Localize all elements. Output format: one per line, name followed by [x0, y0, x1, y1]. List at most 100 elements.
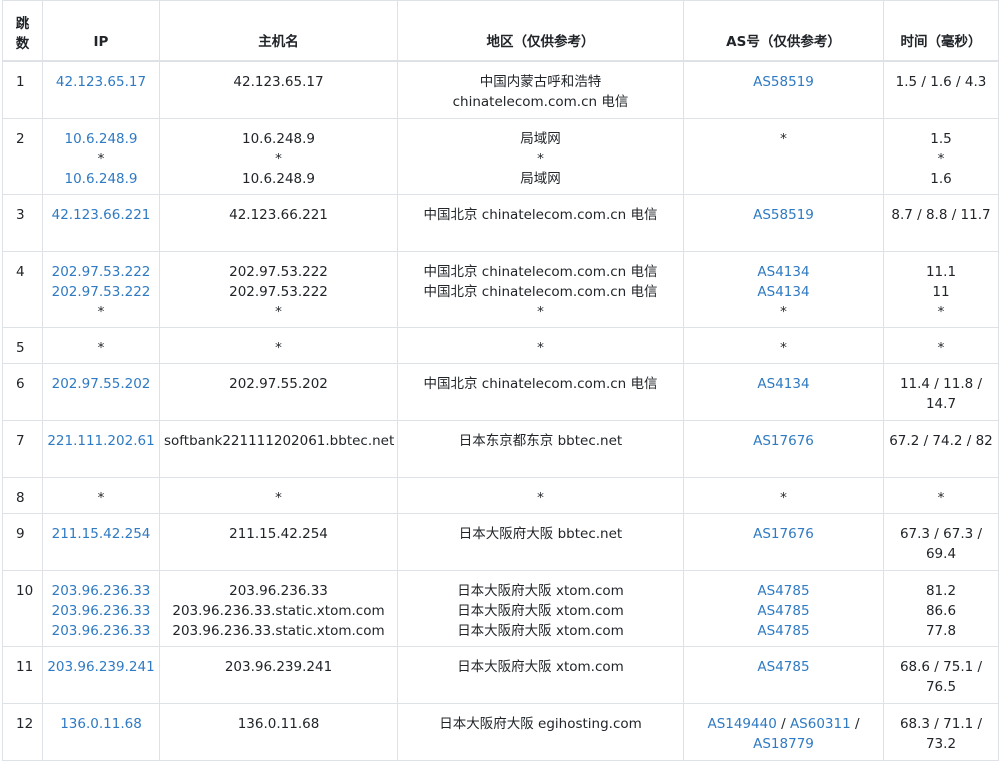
- region-line: 日本大阪府大阪 xtom.com: [457, 582, 624, 599]
- as-line: *: [688, 338, 879, 358]
- table-row: 12 136.0.11.68 136.0.11.68 日本大阪府大阪 egihosti…: [2, 702, 999, 761]
- hop-number: 10: [16, 582, 34, 599]
- as-link[interactable]: AS4134: [757, 376, 809, 392]
- time-cell: 68.6 / 75.1 / 76.5: [883, 645, 999, 704]
- as-link[interactable]: AS4134: [757, 284, 809, 300]
- ip-link[interactable]: 202.97.55.202: [52, 376, 151, 392]
- time-line: 1.5 / 1.6 / 4.3: [895, 74, 987, 90]
- time-cell: 81.2 86.6 77.8: [883, 569, 999, 647]
- as-separator: /: [850, 715, 860, 732]
- ip-link[interactable]: 10.6.248.9: [65, 131, 138, 147]
- hop-cell: 11: [2, 645, 43, 704]
- ip-cell: *: [42, 476, 160, 514]
- hop-cell: 4: [2, 250, 43, 328]
- as-link[interactable]: AS4785: [757, 623, 809, 639]
- ip-link[interactable]: 42.123.65.17: [56, 74, 146, 90]
- as-line: AS17676: [688, 524, 879, 544]
- as-line: *: [688, 302, 879, 322]
- ip-link[interactable]: 203.96.236.33: [52, 603, 151, 619]
- ip-link[interactable]: 203.96.236.33: [52, 623, 151, 639]
- ip-link[interactable]: 42.123.66.221: [52, 207, 151, 223]
- as-cell: AS4785: [683, 645, 884, 704]
- hostname-line: 42.123.66.221: [229, 206, 328, 223]
- as-cell: *: [683, 326, 884, 364]
- as-link[interactable]: AS149440: [707, 716, 776, 732]
- region-line: 局域网: [520, 170, 561, 187]
- as-line: AS4134: [688, 282, 879, 302]
- region-line: 中国北京 chinatelecom.com.cn 电信: [423, 375, 658, 392]
- hop-number: 1: [16, 74, 25, 90]
- region-cell: 日本大阪府大阪 xtom.com: [397, 645, 684, 704]
- ip-line: 203.96.236.33: [47, 581, 155, 601]
- ip-placeholder: *: [97, 489, 105, 506]
- as-line: AS4785: [688, 657, 879, 677]
- ip-cell: 136.0.11.68: [42, 702, 160, 761]
- ip-link[interactable]: 202.97.53.222: [52, 284, 151, 300]
- region-line: 中国北京 chinatelecom.com.cn 电信: [423, 263, 658, 280]
- ip-link[interactable]: 10.6.248.9: [65, 171, 138, 187]
- as-link[interactable]: AS18779: [753, 736, 814, 752]
- hop-number: 8: [16, 489, 25, 506]
- ip-link[interactable]: 211.15.42.254: [52, 526, 151, 542]
- region-cell: 中国内蒙古呼和浩特 chinatelecom.com.cn 电信: [397, 60, 684, 119]
- as-separator: /: [776, 715, 790, 732]
- ip-link[interactable]: 202.97.53.222: [52, 264, 151, 280]
- region-cell: *: [397, 326, 684, 364]
- as-cell: AS4134: [683, 362, 884, 421]
- table-row: 6 202.97.55.202 202.97.55.202 中国北京 chinatel…: [2, 362, 999, 421]
- hop-number: 11: [16, 658, 34, 675]
- time-line: 68.6 / 75.1 / 76.5: [899, 658, 983, 695]
- as-link[interactable]: AS4785: [757, 659, 809, 675]
- ip-line: 211.15.42.254: [47, 524, 155, 544]
- as-link[interactable]: AS4785: [757, 583, 809, 599]
- hostname-line: 202.97.53.222: [229, 263, 328, 280]
- hostname-line: softbank221111202061.bbtec.net: [164, 432, 395, 449]
- as-link[interactable]: AS58519: [753, 74, 814, 90]
- as-link[interactable]: AS17676: [753, 433, 814, 449]
- table-row: 7 221.111.202.61 softbank221111202061.bbte…: [2, 419, 999, 478]
- time-line: 67.3 / 67.3 / 69.4: [899, 525, 983, 562]
- ip-placeholder: *: [97, 303, 105, 320]
- table-row: 1 42.123.65.17 42.123.65.17 中国内蒙古呼和浩特 chinat…: [2, 60, 999, 119]
- region-line: 中国北京 chinatelecom.com.cn 电信: [423, 206, 658, 223]
- ip-link[interactable]: 203.96.236.33: [52, 583, 151, 599]
- hostname-line: 211.15.42.254: [229, 525, 328, 542]
- region-cell: *: [397, 476, 684, 514]
- hop-number: 3: [16, 206, 25, 223]
- hop-number: 9: [16, 525, 25, 542]
- as-link[interactable]: AS17676: [753, 526, 814, 542]
- time-line: *: [937, 150, 945, 167]
- time-line: 1.6: [930, 170, 952, 187]
- as-link[interactable]: AS4785: [757, 603, 809, 619]
- time-line: 67.2 / 74.2 / 82: [889, 432, 993, 449]
- ip-cell: 203.96.239.241: [42, 645, 160, 704]
- time-cell: *: [883, 476, 999, 514]
- as-link[interactable]: AS4134: [757, 264, 809, 280]
- ip-line: 202.97.53.222: [47, 262, 155, 282]
- hostname-line: 10.6.248.9: [242, 130, 315, 147]
- as-line: AS17676: [688, 431, 879, 451]
- as-placeholder: *: [780, 303, 787, 320]
- as-cell: AS4134 AS4134 *: [683, 250, 884, 328]
- ip-cell: 202.97.55.202: [42, 362, 160, 421]
- hop-cell: 10: [2, 569, 43, 647]
- ip-line: 203.96.236.33: [47, 601, 155, 621]
- as-link[interactable]: AS58519: [753, 207, 814, 223]
- hostname-line: 203.96.239.241: [224, 658, 333, 675]
- ip-cell: 42.123.65.17: [42, 60, 160, 119]
- ip-link[interactable]: 136.0.11.68: [60, 716, 142, 732]
- time-cell: 1.5 / 1.6 / 4.3: [883, 60, 999, 119]
- time-line: 8.7 / 8.8 / 11.7: [891, 206, 991, 223]
- hop-number: 5: [16, 339, 25, 356]
- time-cell: 67.2 / 74.2 / 82: [883, 419, 999, 478]
- as-line: AS4134: [688, 262, 879, 282]
- hostname-cell: 10.6.248.9 * 10.6.248.9: [159, 117, 398, 195]
- ip-link[interactable]: 203.96.239.241: [47, 659, 154, 675]
- region-cell: 日本大阪府大阪 xtom.com 日本大阪府大阪 xtom.com 日本大阪府大阪 …: [397, 569, 684, 647]
- ip-link[interactable]: 221.111.202.61: [47, 433, 154, 449]
- hostname-cell: 42.123.65.17: [159, 60, 398, 119]
- ip-line: 202.97.53.222: [47, 282, 155, 302]
- as-link[interactable]: AS60311: [790, 716, 851, 732]
- time-line: 86.6: [925, 602, 957, 619]
- time-line: 11: [932, 283, 950, 300]
